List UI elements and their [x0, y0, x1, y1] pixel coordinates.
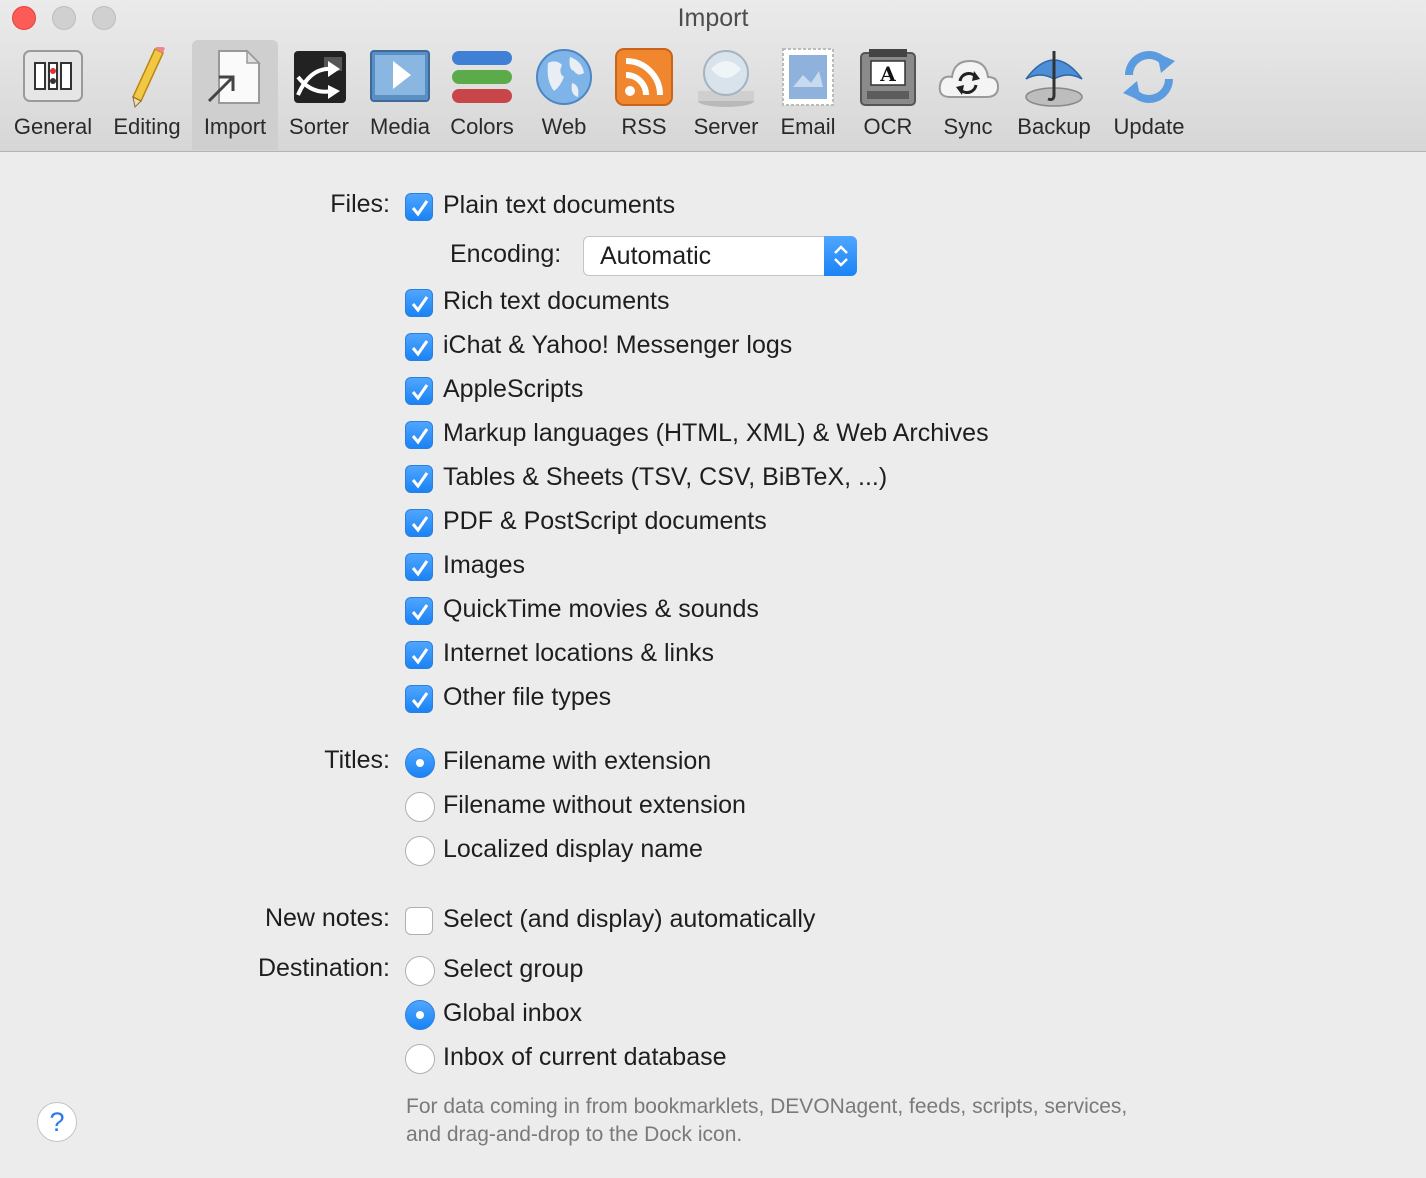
toolbar-item-sorter[interactable]: Sorter [282, 40, 356, 150]
markup-languages-html-xml-web-archives-checkbox[interactable] [405, 421, 433, 449]
toolbar-label-email: Email [780, 114, 836, 139]
inbox-of-current-database-label: Inbox of current database [443, 1043, 727, 1071]
svg-text:A: A [879, 62, 896, 86]
toolbar-item-server[interactable]: Server [688, 40, 764, 150]
applescripts-label: AppleScripts [443, 375, 584, 403]
toolbar-item-rss[interactable]: RSS [608, 40, 680, 150]
plain-text-checkbox[interactable] [405, 193, 433, 221]
toolbar-label-editing: Editing [113, 114, 181, 139]
localized-display-name-radio[interactable] [405, 836, 435, 866]
toolbar-item-media[interactable]: Media [362, 40, 438, 150]
toolbar-label-sync: Sync [943, 114, 993, 139]
toolbar-label-backup: Backup [1017, 114, 1091, 139]
media-play-icon [370, 50, 430, 102]
tables-sheets-tsv-csv-bibtex-label: Tables & Sheets (TSV, CSV, BiBTeX, ...) [443, 463, 888, 491]
stamp-icon [782, 48, 834, 106]
pdf-postscript-documents-checkbox[interactable] [405, 509, 433, 537]
rich-text-documents-label: Rich text documents [443, 287, 670, 315]
toolbar-label-media: Media [370, 114, 430, 139]
server-icon [698, 50, 754, 107]
globe-icon [536, 49, 592, 105]
cloud-sync-icon [938, 59, 1000, 98]
destination-label: Destination: [257, 954, 390, 982]
filename-with-extension-radio[interactable] [405, 748, 435, 778]
global-inbox-label: Global inbox [443, 999, 582, 1027]
ichat-yahoo-messenger-logs-checkbox[interactable] [405, 333, 433, 361]
toolbar-item-update[interactable]: Update [1106, 40, 1192, 150]
toolbar-label-ocr: OCR [863, 114, 913, 139]
inbox-of-current-database-radio[interactable] [405, 1044, 435, 1074]
update-arrows-icon [1123, 51, 1175, 103]
encoding-label: Encoding: [450, 240, 562, 268]
toolbar-label-import: Import [203, 114, 267, 139]
toolbar-label-rss: RSS [621, 114, 667, 139]
titles-label: Titles: [324, 746, 390, 774]
toolbar-item-general[interactable]: General [8, 40, 98, 150]
toolbar-item-import[interactable]: Import [192, 40, 278, 150]
sorter-icon [294, 51, 346, 103]
images-checkbox[interactable] [405, 553, 433, 581]
pencil-icon [132, 47, 165, 109]
destination-help-note: For data coming in from bookmarklets, DE… [406, 1095, 1128, 1146]
filename-without-extension-label: Filename without extension [443, 791, 746, 819]
files-label: Files: [330, 190, 390, 218]
import-document-icon [207, 49, 261, 104]
encoding-select-value: Automatic [600, 242, 712, 270]
toolbar-label-sorter: Sorter [289, 114, 349, 139]
quicktime-movies-sounds-checkbox[interactable] [405, 597, 433, 625]
window-title: Import [677, 4, 749, 32]
pdf-postscript-documents-label: PDF & PostScript documents [443, 507, 767, 535]
applescripts-checkbox[interactable] [405, 377, 433, 405]
global-inbox-radio[interactable] [405, 1000, 435, 1030]
other-file-types-checkbox[interactable] [405, 685, 433, 713]
toolbar-label-general: General [13, 114, 93, 139]
umbrella-icon [1025, 51, 1083, 107]
colors-icon [452, 51, 512, 103]
ichat-yahoo-messenger-logs-label: iChat & Yahoo! Messenger logs [443, 331, 793, 359]
help-button[interactable]: ? [37, 1102, 77, 1142]
toolbar-item-web[interactable]: Web [528, 40, 600, 150]
title-bar: Import General Editing Import Sorter Med… [0, 0, 1426, 152]
toolbar-item-sync[interactable]: Sync [932, 40, 1004, 150]
rss-icon [615, 48, 673, 106]
toolbar-item-colors[interactable]: Colors [442, 40, 522, 150]
images-label: Images [443, 551, 525, 579]
markup-languages-html-xml-web-archives-label: Markup languages (HTML, XML) & Web Archi… [443, 419, 989, 447]
rich-text-documents-checkbox[interactable] [405, 289, 433, 317]
internet-locations-links-label: Internet locations & links [443, 639, 714, 667]
toolbar-item-backup[interactable]: Backup [1012, 40, 1096, 150]
scanner-icon: A [860, 49, 916, 106]
select-group-label: Select group [443, 955, 584, 983]
internet-locations-links-checkbox[interactable] [405, 641, 433, 669]
toolbar-label-colors: Colors [450, 114, 514, 139]
chevron-up-down-icon [824, 236, 857, 276]
select-group-radio[interactable] [405, 956, 435, 986]
toolbar-item-editing[interactable]: Editing [104, 40, 190, 150]
filename-without-extension-radio[interactable] [405, 792, 435, 822]
toolbar-item-email[interactable]: Email [772, 40, 844, 150]
toolbar-item-ocr[interactable]: A OCR [852, 40, 924, 150]
toolbar-label-update: Update [1113, 114, 1185, 139]
general-icon [23, 50, 83, 102]
select-automatically-checkbox[interactable] [405, 907, 433, 935]
toolbar-label-web: Web [541, 114, 587, 139]
quicktime-movies-sounds-label: QuickTime movies & sounds [443, 595, 759, 623]
filename-with-extension-label: Filename with extension [443, 747, 712, 775]
plain-text-label: Plain text documents [443, 191, 676, 219]
toolbar-label-server: Server [693, 114, 759, 139]
tables-sheets-tsv-csv-bibtex-checkbox[interactable] [405, 465, 433, 493]
other-file-types-label: Other file types [443, 683, 612, 711]
encoding-select[interactable]: Automatic [583, 236, 857, 276]
new-notes-label: New notes: [264, 904, 390, 932]
select-automatically-label: Select (and display) automatically [443, 905, 816, 933]
localized-display-name-label: Localized display name [443, 835, 703, 863]
